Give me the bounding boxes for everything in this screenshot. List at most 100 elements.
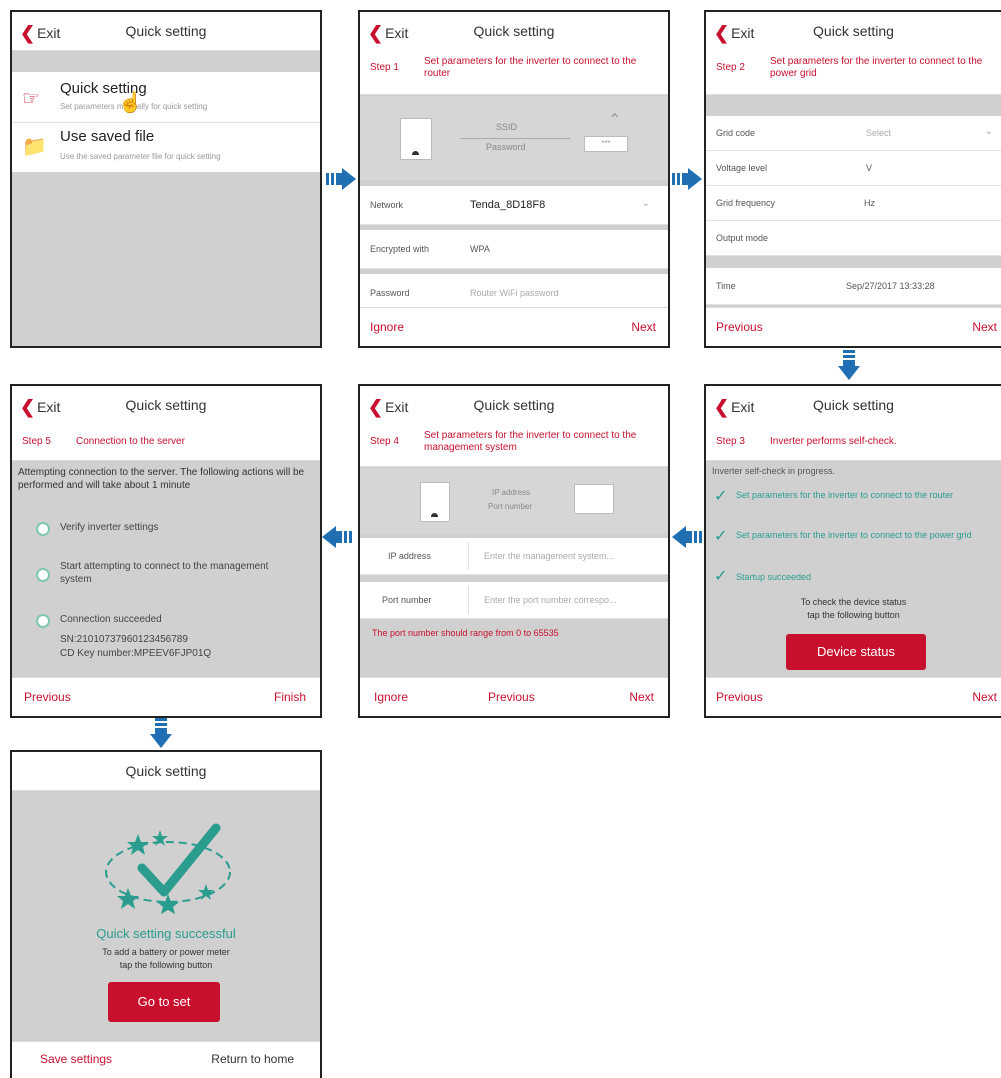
serial-number: SN:2101073796012345678​9 [60, 634, 188, 645]
page-title: Quick setting [473, 23, 555, 39]
next-button[interactable]: Next [629, 690, 654, 704]
step-number: Step 4 [370, 436, 399, 447]
chevron-down-icon: ⌄ [641, 198, 650, 209]
previous-button[interactable]: Previous [716, 320, 763, 334]
menu-item-use-saved-file[interactable]: 📁 Use saved file Use the saved parameter… [12, 122, 320, 172]
step-item: Connection succeeded [60, 614, 162, 625]
step-number: Step 1 [370, 62, 399, 73]
check-item: Startup succeeded [736, 572, 812, 582]
router-icon: *** [584, 136, 628, 152]
ip-address-input[interactable]: Enter the management system... [484, 551, 614, 561]
next-button[interactable]: Next [972, 690, 997, 704]
header: ❮ Exit Quick setting [706, 12, 1001, 51]
field-divider [468, 586, 469, 614]
voltage-unit: V [866, 163, 873, 173]
monitor-icon [574, 484, 614, 514]
menu-item-quick-setting[interactable]: ☞ Quick setting Set parameters manually … [12, 72, 320, 123]
network-row[interactable]: Network Tenda_8D18F8 ⌄ [360, 186, 668, 225]
chevron-down-icon: ⌄ [984, 126, 993, 137]
step-bar: Step 1 Set parameters for the inverter t… [360, 50, 668, 95]
step-item: Verify inverter settings [60, 522, 159, 533]
voltage-label: Voltage level [716, 163, 768, 173]
output-mode-row[interactable]: Output mode [706, 221, 1001, 256]
next-button[interactable]: Next [972, 320, 997, 334]
step-number: Step 2 [716, 62, 745, 73]
screen-step5-server: ❮ Exit Quick setting Step 5 Connection to… [10, 384, 322, 718]
screen-step3-self-check: ❮ Exit Quick setting Step 3 Inverter perf… [704, 384, 1001, 718]
time-row[interactable]: Time Sep/27/2017 13:33:28 [706, 268, 1001, 305]
previous-button[interactable]: Previous [488, 690, 535, 704]
check-icon: ✓ [714, 528, 728, 545]
next-button[interactable]: Next [631, 320, 656, 334]
network-label: Network [370, 200, 404, 210]
check-item: Set parameters for the inverter to conne… [736, 490, 954, 500]
time-label: Time [716, 281, 736, 291]
page-title: Quick setting [125, 763, 207, 779]
go-to-set-button[interactable]: Go to set [108, 982, 220, 1022]
header: ❮ Exit Quick setting [360, 386, 668, 425]
inverter-icon [400, 118, 432, 160]
header: ❮ Exit Quick setting [706, 386, 1001, 425]
cd-key-number: CD Key number:MPEEV6FJP01Q [60, 648, 212, 659]
ignore-button[interactable]: Ignore [370, 320, 404, 334]
frequency-row[interactable]: Grid frequency Hz [706, 186, 1001, 221]
encrypted-row: Encrypted with WPA [360, 230, 668, 269]
folder-icon: 📁 [22, 136, 47, 158]
ignore-button[interactable]: Ignore [374, 690, 408, 704]
status-circle-icon [36, 568, 50, 582]
port-number-row[interactable]: Port number Enter the port number corres… [360, 582, 668, 619]
arrow-left-icon [672, 526, 702, 548]
page-title: Quick setting [125, 397, 207, 413]
previous-button[interactable]: Previous [716, 690, 763, 704]
arrow-right-icon [672, 168, 702, 190]
screen-step1-router: ❮ Exit Quick setting Step 1 Set parameter… [358, 10, 670, 348]
step-bar: Step 4 Set parameters for the inverter t… [360, 424, 668, 467]
page-title: Quick setting [125, 23, 207, 39]
step-description: Connection to the server [76, 436, 185, 447]
screen-quick-setting-success: Quick setting Quick setting successful T… [10, 750, 322, 1078]
arrow-down-icon [838, 350, 860, 380]
grid-code-row[interactable]: Grid code Select ⌄ [706, 116, 1001, 151]
ip-caption: IP address [492, 488, 531, 497]
encrypted-value: WPA [470, 244, 490, 254]
finish-button[interactable]: Finish [274, 690, 306, 704]
network-value: Tenda_8D18F8 [470, 199, 546, 211]
inverter-icon [420, 482, 450, 522]
step-bar: Step 3 Inverter performs self-check. [706, 424, 1001, 461]
screen-step4-management: ❮ Exit Quick setting Step 4 Set parameter… [358, 384, 670, 718]
footer: Save settings Return to home [12, 1041, 320, 1078]
return-home-button[interactable]: Return to home [211, 1052, 294, 1066]
hand-pointer-icon: ☞ [22, 88, 40, 110]
previous-button[interactable]: Previous [24, 690, 71, 704]
arrow-right-icon [326, 168, 356, 190]
header: Quick setting [12, 752, 320, 791]
frequency-unit: Hz [864, 198, 875, 208]
grid-code-value: Select [866, 128, 892, 138]
arrow-down-icon [150, 718, 172, 748]
menu-list: ☞ Quick setting Set parameters manually … [12, 72, 320, 172]
step-bar: Step 2 Set parameters for the inverter t… [706, 50, 1001, 95]
hint-text: To add a battery or power meter tap the … [102, 947, 230, 970]
status-circle-icon [36, 522, 50, 536]
grid-code-label: Grid code [716, 128, 756, 138]
self-check-intro: Inverter self-check in progress. [712, 466, 836, 476]
page-title: Quick setting [473, 397, 555, 413]
save-settings-button[interactable]: Save settings [40, 1052, 112, 1066]
step-description: Set parameters for the inverter to conne… [424, 430, 637, 453]
success-stars-check-icon [105, 823, 231, 914]
voltage-row[interactable]: Voltage level V [706, 151, 1001, 186]
server-intro: Attempting connection to the server. The… [18, 467, 305, 491]
password-input[interactable]: Router WiFi password [470, 288, 559, 298]
page-title: Quick setting [813, 397, 894, 413]
hint-text: To check the device status tap the follo… [800, 597, 907, 620]
step-number: Step 3 [716, 436, 745, 447]
ip-address-row[interactable]: IP address Enter the management system..… [360, 538, 668, 575]
port-number-input[interactable]: Enter the port number correspo... [484, 595, 617, 605]
page-title: Quick setting [813, 23, 894, 39]
device-status-button[interactable]: Device status [786, 634, 926, 670]
encrypted-label: Encrypted with [370, 244, 430, 254]
step-description: Set parameters for the inverter to conne… [424, 56, 637, 79]
port-number-label: Port number [382, 595, 432, 605]
password-caption: Password [486, 142, 526, 152]
output-mode-label: Output mode [716, 233, 769, 243]
